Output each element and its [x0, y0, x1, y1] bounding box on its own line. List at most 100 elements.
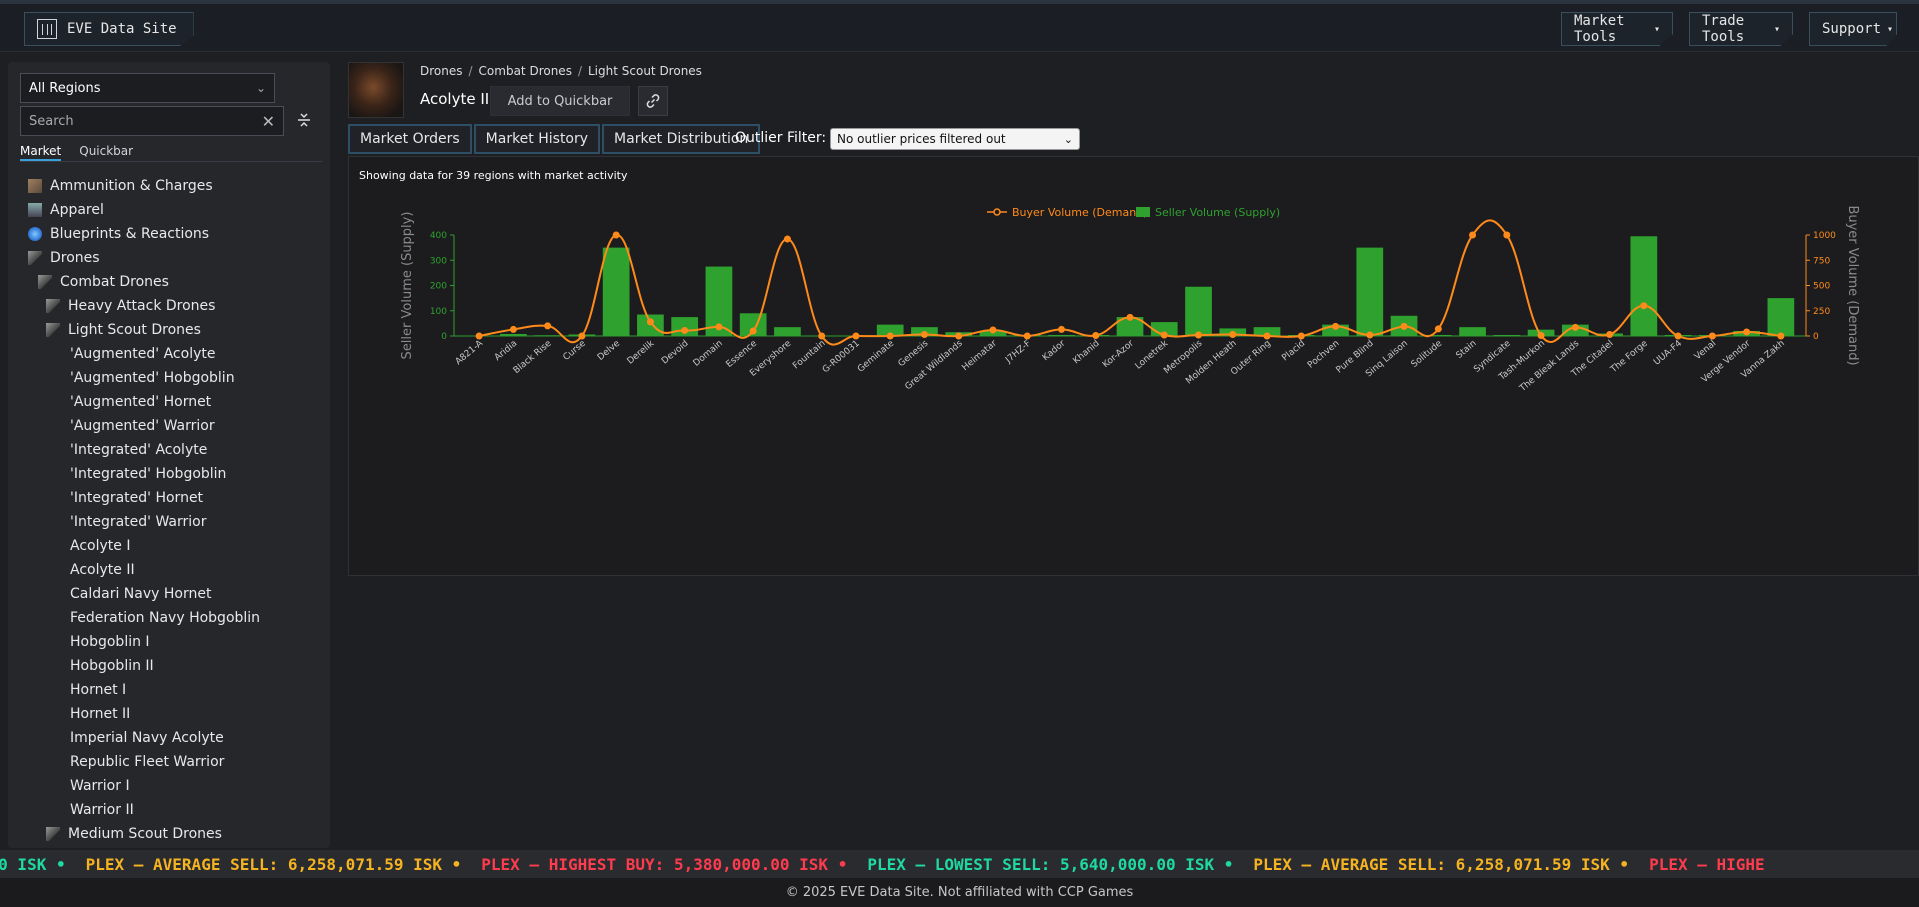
- tree-item-label: 'Augmented' Warrior: [70, 418, 215, 434]
- tree-item-label: 'Integrated' Warrior: [70, 514, 207, 530]
- tree-item[interactable]: Hobgoblin II: [8, 654, 330, 678]
- price-ticker: 000.00 ISK • PLEX — AVERAGE SELL: 6,258,0…: [0, 850, 1919, 878]
- tab-quickbar[interactable]: Quickbar: [79, 140, 133, 161]
- x-tick-label: Heimatar: [960, 338, 999, 373]
- buyer-volume-point: [1332, 322, 1340, 330]
- tree-item-label: Hobgoblin II: [70, 658, 154, 674]
- tree-item-label: Light Scout Drones: [68, 322, 201, 338]
- tree-item[interactable]: Heavy Attack Drones: [8, 294, 330, 318]
- tree-item[interactable]: 'Integrated' Acolyte: [8, 438, 330, 462]
- x-tick-label: G-R00031: [821, 339, 862, 376]
- seller-volume-bar: [1185, 286, 1212, 336]
- tree-item[interactable]: Ammunition & Charges: [8, 174, 330, 198]
- tree-item[interactable]: Combat Drones: [8, 270, 330, 294]
- chevron-down-icon: ⌄: [255, 81, 266, 95]
- tree-item[interactable]: 'Augmented' Hobgoblin: [8, 366, 330, 390]
- tree-item[interactable]: Hobgoblin I: [8, 630, 330, 654]
- buyer-volume-point: [1743, 328, 1751, 336]
- tree-item[interactable]: 'Augmented' Hornet: [8, 390, 330, 414]
- buyer-volume-point: [1126, 313, 1134, 321]
- tree-item[interactable]: Apparel: [8, 198, 330, 222]
- market-tools-menu[interactable]: Market Tools ▾: [1561, 12, 1673, 46]
- buyer-volume-point: [955, 332, 963, 340]
- tree-item[interactable]: Medium Scout Drones: [8, 822, 330, 846]
- tab-market[interactable]: Market: [20, 140, 62, 161]
- tree-item[interactable]: Acolyte I: [8, 534, 330, 558]
- buyer-volume-point: [1469, 231, 1477, 239]
- tree-item[interactable]: Caldari Navy Hornet: [8, 582, 330, 606]
- tab-market-history[interactable]: Market History: [473, 124, 601, 154]
- tree-item[interactable]: Hornet I: [8, 678, 330, 702]
- tree-item[interactable]: Light Scout Drones: [8, 318, 330, 342]
- right-tick-label: 0: [1813, 332, 1819, 342]
- support-menu[interactable]: Support ▾: [1809, 12, 1897, 46]
- drone-icon: [46, 827, 60, 841]
- tree-item-label: Imperial Navy Acolyte: [70, 730, 224, 746]
- trade-tools-menu[interactable]: Trade Tools ▾: [1689, 12, 1793, 46]
- ticker-item: PLEX — HIGHEST BUY: 5,380,000.00 ISK •: [481, 854, 848, 874]
- x-tick-label: Great Wildlands: [903, 338, 964, 392]
- seller-volume-bar: [602, 247, 630, 336]
- tree-item[interactable]: Warrior I: [8, 774, 330, 798]
- buyer-volume-point: [1263, 332, 1271, 340]
- tree-item[interactable]: 'Integrated' Warrior: [8, 510, 330, 534]
- tree-item-label: Hornet I: [70, 682, 127, 698]
- tree-item[interactable]: 'Integrated' Hobgoblin: [8, 462, 330, 486]
- tree-item[interactable]: 'Augmented' Warrior: [8, 414, 330, 438]
- add-to-quickbar-button[interactable]: Add to Quickbar: [490, 86, 630, 116]
- tree-item[interactable]: Federation Navy Hobgoblin: [8, 606, 330, 630]
- clear-search-icon[interactable]: ✕: [262, 112, 275, 131]
- seller-volume-bar: [1767, 298, 1795, 336]
- collapse-tree-icon[interactable]: [296, 112, 312, 128]
- tree-item-label: Acolyte II: [70, 562, 135, 578]
- search-input[interactable]: Search ✕: [20, 106, 284, 136]
- x-tick-label: Delve: [596, 338, 623, 363]
- buyer-volume-point: [1537, 331, 1545, 339]
- tree-item[interactable]: Imperial Navy Acolyte: [8, 726, 330, 750]
- seller-volume-bar: [1048, 334, 1075, 336]
- chevron-down-icon: ⌄: [1063, 132, 1073, 146]
- buyer-volume-point: [715, 323, 723, 331]
- breadcrumb-item[interactable]: Combat Drones: [479, 64, 572, 78]
- chevron-down-icon: ▾: [1653, 23, 1660, 35]
- x-tick-label: J7HZ-F: [1003, 339, 1033, 366]
- buyer-volume-point: [1057, 325, 1065, 333]
- x-tick-label: Solitude: [1410, 338, 1445, 370]
- x-tick-label: Placid: [1280, 339, 1307, 364]
- breadcrumb-separator: /: [468, 64, 473, 78]
- tree-item-label: Warrior I: [70, 778, 130, 794]
- tree-item[interactable]: 'Augmented' Acolyte: [8, 342, 330, 366]
- nav-label: Support: [1822, 21, 1882, 37]
- drone-icon: [46, 323, 60, 337]
- region-select[interactable]: All Regions ⌄: [20, 73, 275, 103]
- tree-item-label: 'Integrated' Hornet: [70, 490, 204, 506]
- tree-item[interactable]: Warrior II: [8, 798, 330, 822]
- x-tick-label: Venal: [1693, 339, 1718, 363]
- legend-seller-label: Seller Volume (Supply): [1155, 206, 1280, 219]
- tree-item[interactable]: Hornet II: [8, 702, 330, 726]
- nav-label: Trade Tools: [1702, 13, 1745, 45]
- tree-item[interactable]: Blueprints & Reactions: [8, 222, 330, 246]
- right-tick-label: 1000: [1813, 231, 1836, 241]
- breadcrumb-item[interactable]: Light Scout Drones: [588, 64, 702, 78]
- apparel-icon: [28, 203, 42, 217]
- legend-seller-swatch: [1136, 207, 1150, 217]
- buyer-volume-point: [1674, 332, 1682, 340]
- tree-item[interactable]: Acolyte II: [8, 558, 330, 582]
- ticker-item: 000.00 ISK •: [0, 854, 66, 874]
- region-value: All Regions: [29, 80, 101, 96]
- x-tick-label: Genesis: [897, 338, 931, 369]
- ticker-item: PLEX — LOWEST SELL: 5,640,000.00 ISK •: [867, 854, 1234, 874]
- tree-item[interactable]: Republic Fleet Warrior: [8, 750, 330, 774]
- tab-market-orders[interactable]: Market Orders: [348, 124, 472, 154]
- tree-item-label: 'Integrated' Hobgoblin: [70, 466, 227, 482]
- outlier-filter-select[interactable]: No outlier prices filtered out ⌄: [830, 128, 1080, 150]
- copy-link-button[interactable]: [638, 86, 668, 116]
- x-tick-label: Geminate: [856, 338, 897, 374]
- tree-item[interactable]: 'Integrated' Hornet: [8, 486, 330, 510]
- buyer-volume-point: [1503, 231, 1511, 239]
- breadcrumb-item[interactable]: Drones: [420, 64, 463, 78]
- tree-item[interactable]: Drones: [8, 246, 330, 270]
- left-tick-label: 400: [430, 231, 447, 241]
- site-logo[interactable]: EVE Data Site: [24, 12, 194, 46]
